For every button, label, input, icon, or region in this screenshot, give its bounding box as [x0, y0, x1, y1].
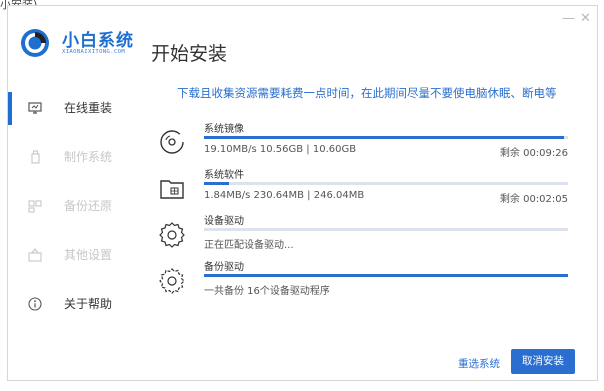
backup-icon [28, 200, 42, 213]
sidebar-item-label: 制作系统 [64, 150, 113, 164]
task-device-drivers: 设备驱动 正在匹配设备驱动... [158, 212, 570, 260]
task-remaining: 剩余 00:09:26 [499, 148, 568, 159]
sidebar-item-backup-restore[interactable]: 备份还原 [8, 182, 133, 231]
progress-track [204, 136, 568, 139]
task-detail: 1.84MB/s 230.64MB | 246.04MB [204, 190, 365, 201]
task-name: 系统软件 [204, 170, 244, 181]
task-system-image: 系统镜像 19.10MB/s 10.56GB | 10.60GB 剩余 00:0… [158, 120, 570, 168]
task-backup-drivers: 备份驱动 一共备份 16个设备驱动程序 [158, 258, 570, 306]
task-name: 系统镜像 [204, 124, 244, 135]
sidebar-item-label: 在线重装 [64, 101, 113, 115]
sidebar-item-make-system[interactable]: 制作系统 [8, 133, 133, 182]
gear-icon [159, 222, 185, 248]
usb-drive-icon [31, 150, 40, 164]
progress-fill [204, 274, 568, 277]
brand-subtitle: XIAOBAIXITONG.COM [62, 49, 126, 55]
gear-icon [159, 268, 185, 294]
task-remaining: 剩余 00:02:05 [499, 194, 568, 205]
monitor-icon [28, 102, 42, 114]
task-system-software: 系统软件 1.84MB/s 230.64MB | 246.04MB 剩余 00:… [158, 166, 570, 214]
info-icon [28, 297, 42, 311]
cancel-install-button[interactable]: 取消安装 [511, 349, 575, 374]
task-name: 设备驱动 [204, 216, 244, 227]
task-name: 备份驱动 [204, 262, 244, 273]
task-detail: 19.10MB/s 10.56GB | 10.60GB [204, 144, 357, 155]
logo-icon [21, 29, 49, 57]
sidebar-item-label: 备份还原 [64, 199, 113, 213]
sidebar-item-about-help[interactable]: 关于帮助 [8, 280, 133, 329]
progress-track [204, 274, 568, 277]
installer-window: — ✕ 小白系统 XIAOBAIXITONG.COM 开始安装 在线重装 制作系… [7, 5, 598, 381]
folder-icon [160, 180, 184, 199]
page-title: 开始安装 [151, 43, 228, 65]
close-button[interactable]: ✕ [580, 12, 591, 25]
sidebar-item-label: 关于帮助 [64, 297, 113, 311]
reselect-system-button[interactable]: 重选系统 [458, 356, 500, 371]
brand-name: 小白系统 [62, 31, 134, 51]
sidebar-item-online-reinstall[interactable]: 在线重装 [8, 84, 133, 133]
minimize-button[interactable]: — [562, 12, 575, 25]
settings-box-icon [28, 248, 42, 262]
progress-fill [204, 136, 565, 139]
progress-track [204, 182, 568, 185]
task-detail: 正在匹配设备驱动... [204, 240, 294, 251]
sidebar-item-label: 其他设置 [64, 248, 113, 262]
sidebar: 在线重装 制作系统 备份还原 其他设置 关于帮助 [8, 84, 133, 329]
download-notice: 下载且收集资源需要耗费一点时间，在此期间尽量不要使电脑休眠、断电等 [177, 86, 557, 100]
sidebar-item-other-settings[interactable]: 其他设置 [8, 231, 133, 280]
task-detail: 一共备份 16个设备驱动程序 [204, 286, 330, 297]
disc-icon [160, 130, 184, 154]
progress-track [204, 228, 568, 231]
progress-fill [204, 182, 230, 185]
